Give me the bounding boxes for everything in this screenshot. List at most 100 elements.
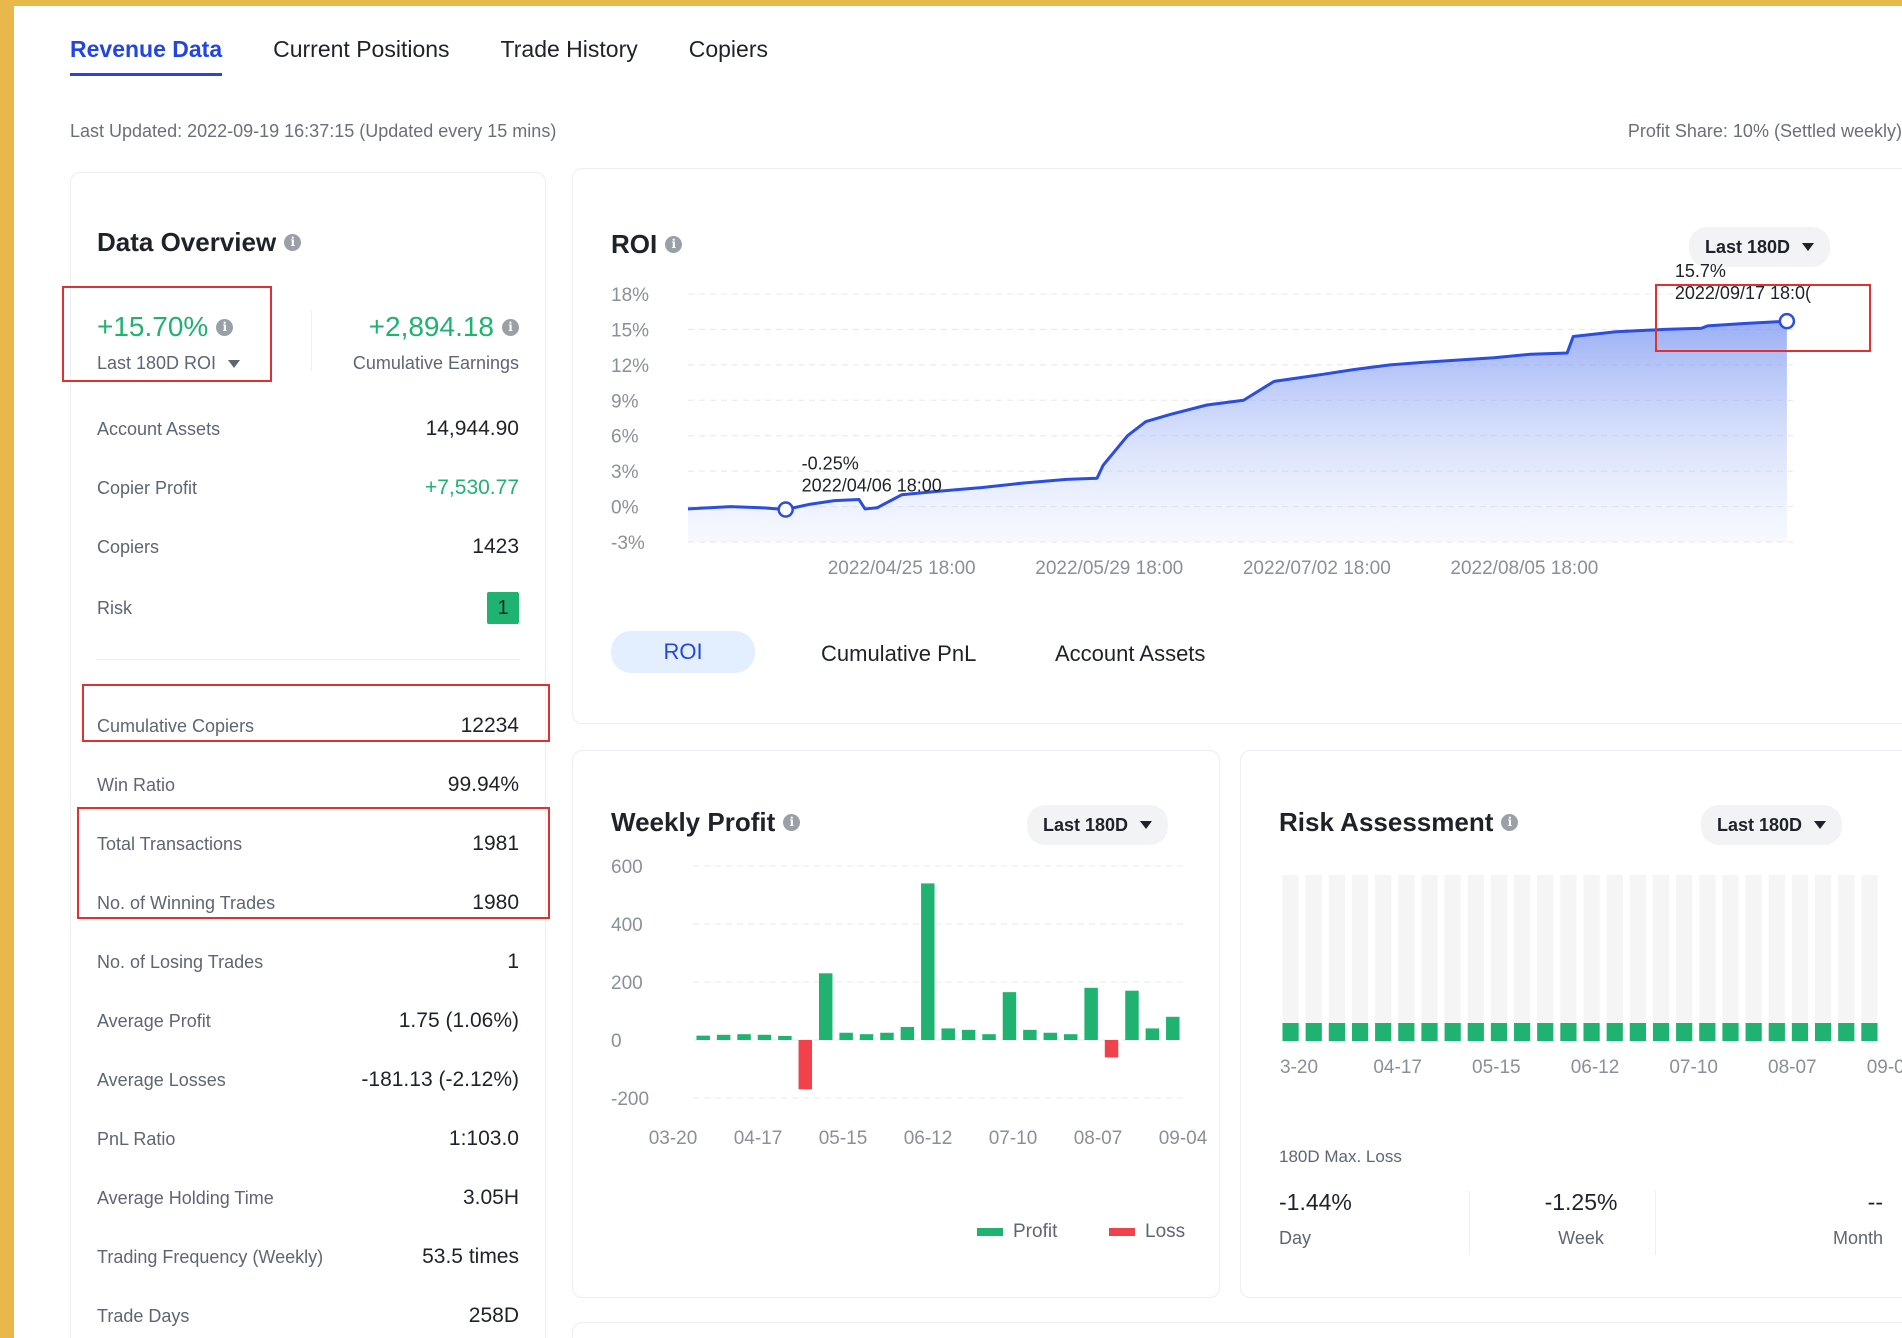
y-tick-label: 12%	[611, 356, 649, 377]
divider	[97, 659, 519, 660]
roi-card-title: ROI i	[611, 229, 683, 260]
earnings-summary: +2,894.18 i Cumulative Earnings	[353, 311, 519, 374]
x-tick-label: 2022/04/25 18:00	[828, 558, 976, 579]
max-loss-period: Day	[1279, 1228, 1312, 1248]
profit-bar	[1125, 990, 1139, 1040]
max-loss-period: Month	[1832, 1228, 1883, 1248]
x-tick-label: 04-17	[734, 1128, 783, 1149]
legend-label: Profit	[1013, 1221, 1058, 1242]
info-icon[interactable]: i	[665, 236, 683, 253]
stat-value: 1.75 (1.06%)	[398, 1009, 519, 1032]
stat-row-average-profit: Average Profit 1.75 (1.06%)	[97, 1006, 519, 1036]
bottom-card	[572, 1322, 1902, 1338]
stat-label: Average Profit	[97, 1010, 211, 1031]
profit-bar	[1166, 1016, 1180, 1040]
risk-bar-background	[1282, 875, 1299, 1023]
risk-bar	[1861, 1023, 1878, 1041]
stat-label: Copier Profit	[97, 477, 198, 498]
max-loss-day: -1.44% Day	[1279, 1189, 1352, 1249]
risk-bar	[1444, 1023, 1461, 1041]
x-tick-label: 04-17	[1373, 1057, 1422, 1078]
x-tick-label: 08-07	[1074, 1128, 1123, 1149]
profit-bar	[961, 1029, 976, 1040]
roi-area	[688, 321, 1787, 542]
last-updated-text: Last Updated: 2022-09-19 16:37:15 (Updat…	[70, 121, 557, 141]
stat-row-account-assets: Account Assets 14,944.90	[97, 414, 519, 444]
max-loss-value: -1.44%	[1279, 1189, 1352, 1215]
risk-bar	[1282, 1023, 1299, 1041]
risk-bar	[1398, 1023, 1415, 1041]
subtab-cumulative-pnl[interactable]: Cumulative PnL	[821, 641, 976, 667]
risk-bar-background	[1791, 875, 1809, 1023]
subtab-account-assets[interactable]: Account Assets	[1055, 641, 1205, 667]
risk-bar	[1791, 1023, 1809, 1041]
stat-label: No. of Losing Trades	[97, 951, 264, 972]
stat-value: 3.05H	[462, 1186, 519, 1209]
x-tick-label: 2022/05/29 18:00	[1035, 558, 1183, 579]
risk-bar	[1537, 1023, 1554, 1041]
legend-loss[interactable]: Loss	[1109, 1221, 1185, 1243]
y-tick-label: 400	[611, 915, 643, 936]
risk-level-badge: 1	[487, 592, 519, 624]
profit-bar	[1084, 987, 1098, 1040]
highlight-box	[62, 286, 272, 382]
risk-bar-background	[1838, 875, 1855, 1023]
weekly-profit-chart[interactable]: 600 400 200 0 -20003-20 04-17 05-15 06-12 07-10 0…	[573, 857, 1221, 1166]
dropdown-label: Last 180D	[1705, 236, 1791, 257]
profit-bar	[1063, 1034, 1078, 1040]
max-loss-period: Week	[1558, 1228, 1604, 1248]
risk-bar	[1629, 1023, 1646, 1041]
data-overview-title: Data Overview i	[97, 227, 302, 258]
x-tick-label: 2022/07/02 18:00	[1243, 558, 1391, 579]
tab-revenue-data[interactable]: Revenue Data	[70, 36, 223, 76]
data-overview-title-text: Data Overview	[97, 227, 277, 257]
info-icon[interactable]: i	[1501, 814, 1519, 831]
profit-bar	[921, 883, 935, 1040]
caret-down-icon	[1140, 821, 1153, 829]
info-icon[interactable]: i	[284, 234, 302, 251]
stat-value: 99.94%	[447, 773, 519, 796]
info-icon[interactable]: i	[502, 318, 519, 336]
tab-trade-history[interactable]: Trade History	[501, 36, 638, 76]
y-tick-label: -3%	[611, 533, 645, 554]
earnings-value: +2,894.18	[368, 311, 494, 342]
stat-value: 1:103.0	[448, 1127, 519, 1150]
roi-tooltip-start-date: 2022/04/06 18:00	[802, 476, 942, 496]
profit-bar	[859, 1034, 874, 1040]
tab-current-positions[interactable]: Current Positions	[273, 36, 449, 76]
y-tick-label: 9%	[611, 391, 639, 412]
x-tick-label: 05-15	[819, 1128, 868, 1149]
risk-bar-background	[1444, 875, 1461, 1023]
risk-bar-background	[1490, 875, 1508, 1023]
stat-value: 1423	[472, 535, 519, 558]
max-loss-week: -1.25% Week	[1521, 1189, 1641, 1249]
risk-bar-background	[1676, 875, 1693, 1023]
tab-copiers[interactable]: Copiers	[689, 36, 768, 76]
legend-profit[interactable]: Profit	[977, 1221, 1057, 1243]
y-tick-label: 18%	[611, 285, 649, 306]
risk-range-dropdown[interactable]: Last 180D	[1701, 805, 1843, 845]
loss-bar	[798, 1040, 813, 1090]
y-tick-label: 6%	[611, 427, 639, 448]
weekly-range-dropdown[interactable]: Last 180D	[1027, 805, 1169, 845]
risk-bar	[1421, 1023, 1438, 1041]
risk-assessment-chart[interactable]: 3-20 04-17 05-15 06-12 07-10 08-07 09-04	[1241, 875, 1902, 1115]
risk-bar	[1490, 1023, 1508, 1041]
risk-bar	[1514, 1023, 1531, 1041]
dropdown-label: Last 180D	[1717, 814, 1803, 835]
risk-bar-background	[1629, 875, 1646, 1023]
stat-label: Risk	[97, 597, 132, 618]
profit-bar	[716, 1034, 731, 1040]
roi-marker-start	[777, 501, 794, 518]
y-tick-label: 15%	[611, 320, 649, 341]
risk-bar	[1305, 1023, 1322, 1041]
tab-bar: Revenue Data Current Positions Trade His…	[70, 36, 768, 76]
risk-bar	[1351, 1023, 1369, 1041]
y-tick-label: 3%	[611, 462, 639, 483]
legend-label: Loss	[1145, 1221, 1186, 1242]
profit-bar	[1043, 1032, 1058, 1040]
info-icon[interactable]: i	[783, 814, 801, 831]
risk-bar-background	[1560, 875, 1577, 1023]
risk-bar	[1838, 1023, 1855, 1041]
subtab-roi[interactable]: ROI	[611, 631, 755, 673]
